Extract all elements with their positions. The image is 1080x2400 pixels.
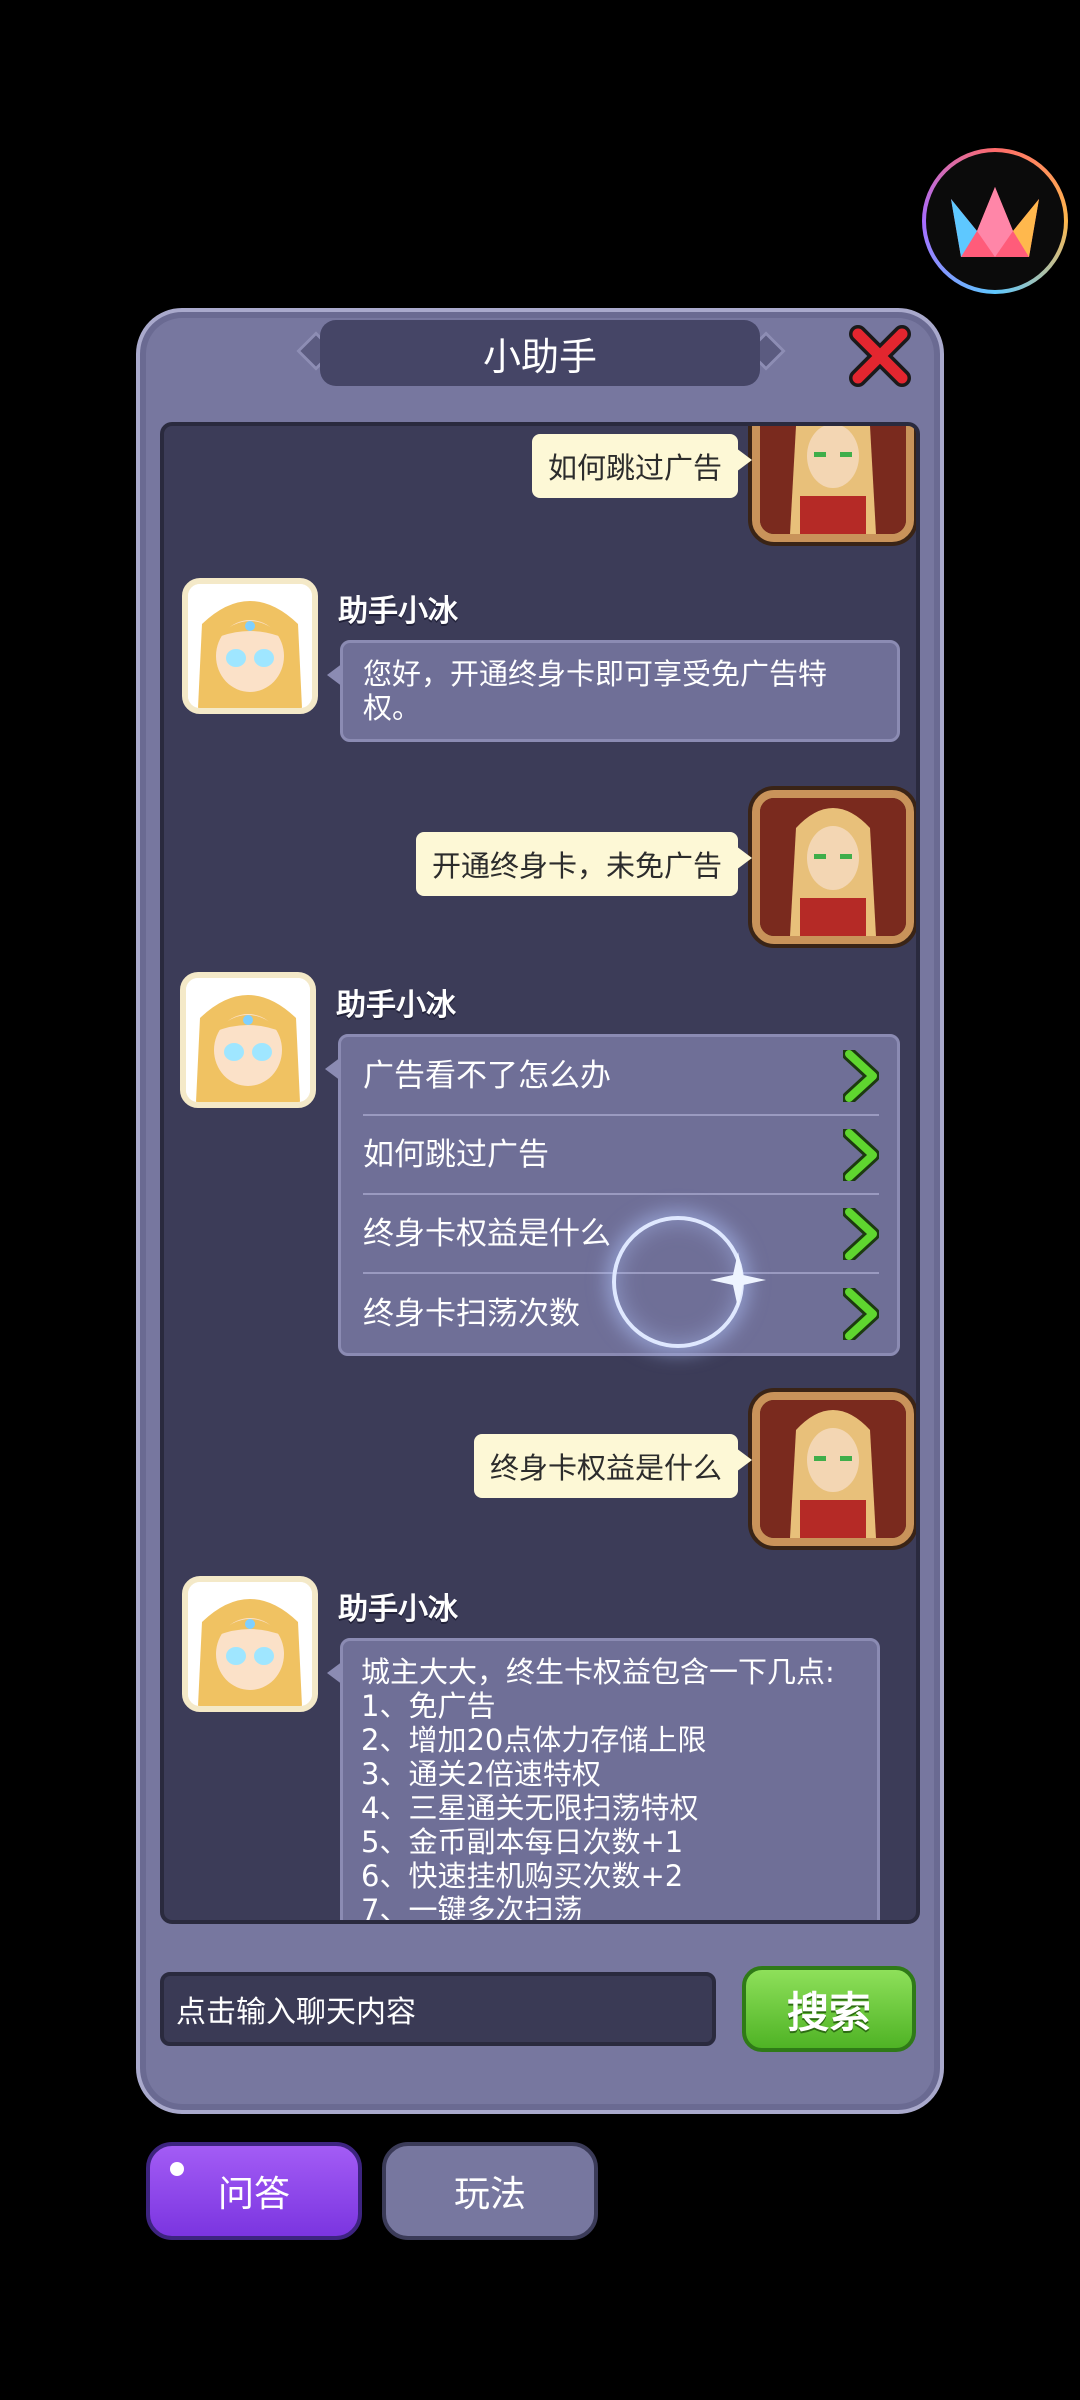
answer-line: 2、增加20点体力存储上限: [361, 1723, 707, 1757]
quick-question-text: 如何跳过广告: [363, 1136, 549, 1173]
hero-portrait-icon: [760, 798, 906, 936]
user-avatar[interactable]: [752, 790, 914, 944]
chevron-right-icon: [843, 1049, 879, 1102]
tab-gameplay-label: 玩法: [453, 2174, 526, 2215]
assistant-portrait-icon: [186, 978, 310, 1102]
answer-line: 城主大大，终生卡权益包含一下几点:: [361, 1655, 835, 1689]
answer-line: 7、一键多次扫荡: [361, 1893, 583, 1924]
user-avatar[interactable]: [752, 1392, 914, 1546]
hero-portrait-icon: [760, 426, 906, 534]
active-dot: [170, 2162, 184, 2176]
user-message-bubble: 如何跳过广告: [531, 434, 753, 498]
bot-avatar: [182, 578, 318, 714]
bot-name-label: 助手小冰: [338, 1592, 458, 1627]
chevron-right-icon: [843, 1207, 879, 1260]
user-message-bubble: 开通终身卡，未免广告: [415, 832, 753, 896]
hero-portrait-icon: [760, 1400, 906, 1538]
bot-message-bubble: 您好，开通终身卡即可享受免广告特权。: [327, 640, 900, 742]
quick-question-item[interactable]: 广告看不了怎么办: [363, 1037, 879, 1116]
bot-avatar: [180, 972, 316, 1108]
sparkle-icon: [710, 1252, 766, 1308]
chevron-right-icon: [843, 1287, 879, 1340]
answer-line: 5、金币副本每日次数+1: [361, 1825, 684, 1859]
tab-qa-label: 问答: [217, 2174, 290, 2215]
tab-gameplay[interactable]: 玩法: [382, 2142, 598, 2240]
user-avatar[interactable]: [752, 426, 914, 542]
close-button[interactable]: [846, 322, 914, 390]
user-message-text: 终身卡权益是什么: [489, 1451, 722, 1485]
quick-question-text: 终身卡权益是什么: [363, 1215, 611, 1252]
chat-input-placeholder: 点击输入聊天内容: [176, 1995, 416, 2030]
quick-question-text: 终身卡扫荡次数: [363, 1295, 580, 1332]
user-message-text: 如何跳过广告: [547, 451, 722, 485]
answer-line: 3、通关2倍速特权: [361, 1757, 601, 1791]
quick-question-text: 广告看不了怎么办: [363, 1057, 611, 1094]
panel-title-text: 小助手: [482, 334, 597, 379]
assistant-portrait-icon: [188, 584, 312, 708]
tab-qa[interactable]: 问答: [146, 2142, 362, 2240]
crown-badge-button[interactable]: [922, 148, 1068, 294]
touch-sparkle-effect: [612, 1216, 766, 1348]
panel-title: 小助手: [320, 320, 760, 386]
bot-message-text: 您好，开通终身卡即可享受免广告特权。: [363, 657, 828, 725]
chevron-right-icon: [843, 1128, 879, 1181]
close-icon: [849, 325, 911, 387]
bot-avatar: [182, 1576, 318, 1712]
assistant-portrait-icon: [188, 1582, 312, 1706]
bot-answer-bubble: 城主大大，终生卡权益包含一下几点: 1、免广告 2、增加20点体力存储上限 3、…: [327, 1638, 880, 1924]
answer-line: 6、快速挂机购买次数+2: [361, 1859, 684, 1893]
answer-line: 4、三星通关无限扫荡特权: [361, 1791, 699, 1825]
search-button[interactable]: 搜索: [742, 1966, 916, 2052]
crown-icon: [951, 187, 1039, 257]
chat-scroll-area[interactable]: 如何跳过广告 助手小冰 您好，开通终身卡即可享受免广告特权。 开通终身卡，未免广…: [160, 422, 920, 1924]
chat-input[interactable]: 点击输入聊天内容: [160, 1972, 716, 2046]
quick-question-item[interactable]: 如何跳过广告: [363, 1116, 879, 1195]
bot-name-label: 助手小冰: [336, 988, 456, 1023]
user-message-text: 开通终身卡，未免广告: [431, 849, 722, 883]
answer-line: 1、免广告: [361, 1689, 496, 1723]
bot-name-label: 助手小冰: [338, 594, 458, 629]
user-message-bubble: 终身卡权益是什么: [473, 1434, 753, 1498]
